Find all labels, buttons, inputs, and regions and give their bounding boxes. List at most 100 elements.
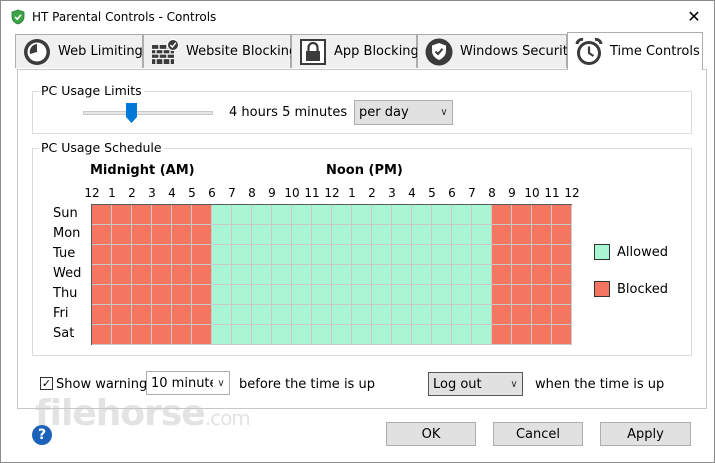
schedule-cell[interactable]	[112, 245, 132, 265]
schedule-cell[interactable]	[352, 285, 372, 305]
schedule-cell[interactable]	[492, 225, 512, 245]
schedule-cell[interactable]	[332, 265, 352, 285]
schedule-cell[interactable]	[92, 285, 112, 305]
schedule-cell[interactable]	[312, 285, 332, 305]
schedule-cell[interactable]	[472, 265, 492, 285]
schedule-cell[interactable]	[172, 325, 192, 345]
schedule-cell[interactable]	[112, 205, 132, 225]
schedule-cell[interactable]	[452, 205, 472, 225]
schedule-cell[interactable]	[92, 265, 112, 285]
schedule-cell[interactable]	[312, 265, 332, 285]
usage-period-select[interactable]: per day ∨	[354, 100, 453, 125]
schedule-cell[interactable]	[252, 225, 272, 245]
schedule-cell[interactable]	[512, 245, 532, 265]
schedule-cell[interactable]	[192, 285, 212, 305]
schedule-cell[interactable]	[252, 245, 272, 265]
schedule-cell[interactable]	[512, 225, 532, 245]
schedule-cell[interactable]	[452, 285, 472, 305]
schedule-cell[interactable]	[312, 205, 332, 225]
schedule-cell[interactable]	[272, 305, 292, 325]
schedule-cell[interactable]	[492, 265, 512, 285]
schedule-cell[interactable]	[232, 265, 252, 285]
schedule-cell[interactable]	[432, 205, 452, 225]
schedule-cell[interactable]	[472, 225, 492, 245]
schedule-cell[interactable]	[412, 305, 432, 325]
schedule-cell[interactable]	[292, 205, 312, 225]
schedule-cell[interactable]	[372, 285, 392, 305]
schedule-cell[interactable]	[292, 225, 312, 245]
schedule-cell[interactable]	[252, 285, 272, 305]
schedule-cell[interactable]	[252, 265, 272, 285]
schedule-cell[interactable]	[432, 225, 452, 245]
schedule-cell[interactable]	[512, 265, 532, 285]
schedule-cell[interactable]	[172, 265, 192, 285]
usage-slider-track[interactable]	[83, 111, 213, 115]
help-icon[interactable]: ?	[32, 425, 52, 445]
schedule-cell[interactable]	[312, 245, 332, 265]
schedule-cell[interactable]	[272, 325, 292, 345]
schedule-cell[interactable]	[112, 225, 132, 245]
schedule-cell[interactable]	[232, 325, 252, 345]
schedule-cell[interactable]	[312, 225, 332, 245]
schedule-cell[interactable]	[92, 305, 112, 325]
schedule-cell[interactable]	[352, 265, 372, 285]
tab-windows-security[interactable]: Windows Security	[417, 34, 576, 68]
schedule-cell[interactable]	[372, 325, 392, 345]
schedule-cell[interactable]	[392, 305, 412, 325]
time-up-action-select[interactable]: Log out ∨	[428, 372, 523, 396]
schedule-cell[interactable]	[352, 245, 372, 265]
schedule-cell[interactable]	[332, 245, 352, 265]
schedule-cell[interactable]	[452, 325, 472, 345]
schedule-cell[interactable]	[112, 325, 132, 345]
usage-slider-thumb[interactable]	[125, 103, 137, 123]
schedule-cell[interactable]	[532, 225, 552, 245]
schedule-cell[interactable]	[192, 245, 212, 265]
schedule-cell[interactable]	[212, 265, 232, 285]
schedule-cell[interactable]	[332, 305, 352, 325]
schedule-cell[interactable]	[412, 225, 432, 245]
schedule-cell[interactable]	[192, 305, 212, 325]
schedule-cell[interactable]	[332, 325, 352, 345]
schedule-cell[interactable]	[412, 265, 432, 285]
schedule-cell[interactable]	[172, 285, 192, 305]
schedule-cell[interactable]	[552, 205, 572, 225]
schedule-cell[interactable]	[392, 245, 412, 265]
schedule-cell[interactable]	[252, 205, 272, 225]
schedule-cell[interactable]	[552, 265, 572, 285]
schedule-cell[interactable]	[132, 325, 152, 345]
schedule-cell[interactable]	[532, 265, 552, 285]
schedule-cell[interactable]	[532, 285, 552, 305]
schedule-cell[interactable]	[472, 305, 492, 325]
schedule-cell[interactable]	[512, 205, 532, 225]
schedule-cell[interactable]	[512, 325, 532, 345]
schedule-cell[interactable]	[172, 205, 192, 225]
tab-app-blocking[interactable]: App Blocking	[291, 34, 419, 68]
schedule-cell[interactable]	[552, 325, 572, 345]
schedule-cell[interactable]	[92, 245, 112, 265]
schedule-cell[interactable]	[232, 245, 252, 265]
schedule-cell[interactable]	[112, 265, 132, 285]
schedule-cell[interactable]	[212, 205, 232, 225]
schedule-cell[interactable]	[92, 325, 112, 345]
schedule-cell[interactable]	[112, 305, 132, 325]
schedule-cell[interactable]	[212, 225, 232, 245]
schedule-cell[interactable]	[312, 325, 332, 345]
schedule-cell[interactable]	[152, 245, 172, 265]
schedule-cell[interactable]	[152, 205, 172, 225]
tab-web-limiting[interactable]: Web Limiting	[15, 34, 143, 68]
schedule-cell[interactable]	[172, 305, 192, 325]
schedule-cell[interactable]	[132, 225, 152, 245]
schedule-cell[interactable]	[532, 305, 552, 325]
schedule-cell[interactable]	[152, 285, 172, 305]
schedule-cell[interactable]	[172, 245, 192, 265]
schedule-cell[interactable]	[492, 205, 512, 225]
schedule-cell[interactable]	[152, 225, 172, 245]
schedule-cell[interactable]	[432, 325, 452, 345]
schedule-cell[interactable]	[552, 285, 572, 305]
schedule-cell[interactable]	[472, 285, 492, 305]
schedule-cell[interactable]	[312, 305, 332, 325]
schedule-cell[interactable]	[332, 205, 352, 225]
schedule-cell[interactable]	[432, 305, 452, 325]
schedule-cell[interactable]	[452, 305, 472, 325]
schedule-cell[interactable]	[472, 245, 492, 265]
